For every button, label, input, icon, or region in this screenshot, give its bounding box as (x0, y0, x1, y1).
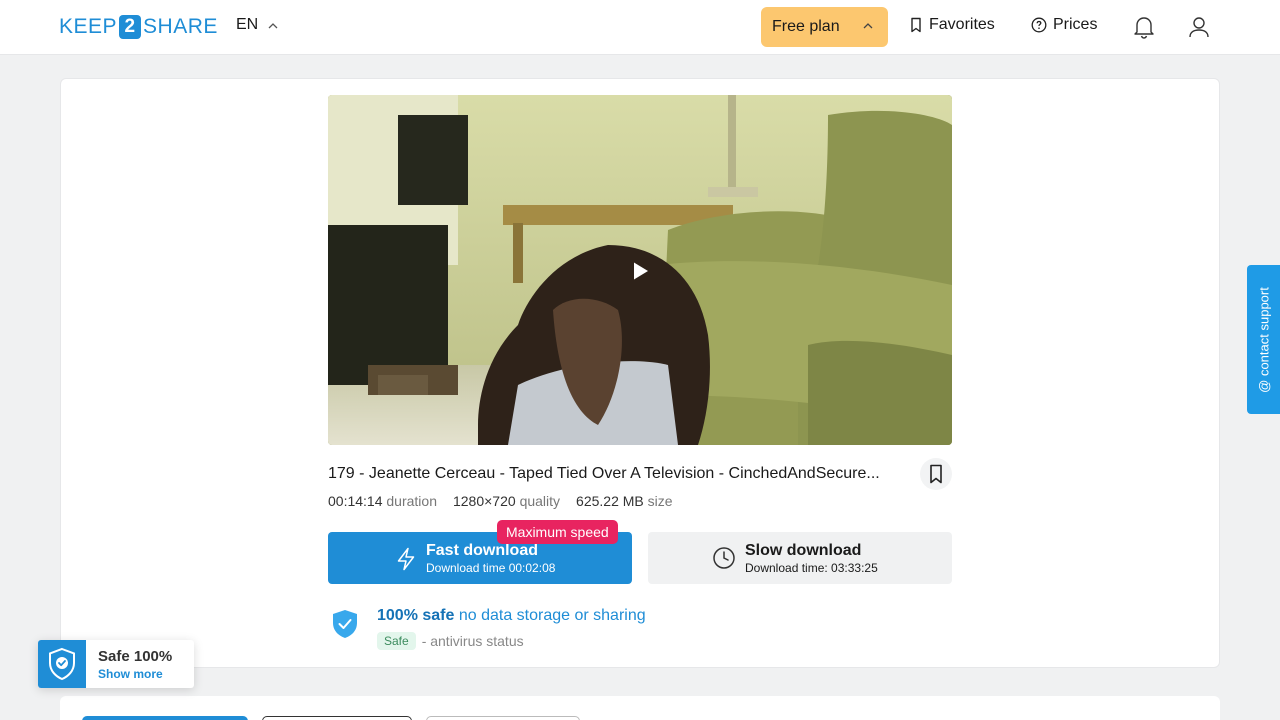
quality-label: quality (519, 493, 561, 509)
file-title: 179 - Jeanette Cerceau - Taped Tied Over… (328, 465, 880, 482)
fast-download-label: Fast download (426, 542, 538, 559)
slow-download-time: Download time: 03:33:25 (745, 561, 878, 575)
antivirus-badge: Safe (377, 632, 416, 650)
shield-badge (38, 640, 86, 688)
lightning-icon (397, 547, 415, 571)
fast-download-time: Download time 00:02:08 (426, 561, 556, 575)
tab-second[interactable] (262, 716, 412, 720)
safe-widget[interactable]: Safe 100% Show more (38, 640, 194, 688)
duration-info: 00:14:14 duration (328, 493, 437, 509)
chevron-up-icon (863, 23, 873, 29)
file-metadata: 00:14:14 duration 1280×720 quality 625.2… (328, 493, 673, 509)
quality-info: 1280×720 quality (453, 493, 560, 509)
safety-rest-text: no data storage or sharing (458, 607, 646, 624)
logo-text-left: KEEP (59, 15, 118, 38)
language-label: EN (236, 16, 259, 33)
bookmark-icon (930, 464, 942, 484)
chevron-up-icon (268, 22, 278, 28)
language-selector[interactable]: EN (236, 16, 278, 34)
favorites-label: Favorites (929, 16, 995, 33)
help-circle-icon (1031, 17, 1047, 33)
bookmark-icon (911, 17, 921, 33)
favorites-link[interactable]: Favorites (909, 16, 995, 34)
slow-download-label: Slow download (745, 542, 862, 559)
safety-statement: 100% safe no data storage or sharing (377, 607, 646, 625)
size-info: 625.22 MB size (576, 493, 673, 509)
clock-icon (713, 547, 735, 569)
user-icon (1189, 17, 1209, 38)
contact-support-label: @ contact support (1256, 286, 1271, 393)
antivirus-status: Safe - antivirus status (377, 632, 524, 650)
add-to-favorites-button[interactable] (920, 458, 952, 490)
notifications-button[interactable] (1133, 15, 1155, 44)
duration-value: 00:14:14 (328, 493, 383, 509)
antivirus-status-text: - antivirus status (421, 633, 524, 649)
free-plan-button[interactable]: Free plan (761, 7, 888, 47)
shield-check-icon (49, 647, 75, 681)
maximum-speed-badge: Maximum speed (497, 520, 618, 544)
duration-label: duration (386, 493, 437, 509)
keep2share-logo[interactable]: KEEP 2 SHARE (59, 14, 218, 40)
prices-label: Prices (1053, 16, 1098, 33)
play-icon[interactable] (632, 261, 650, 281)
shield-check-icon (333, 610, 357, 638)
bell-icon (1134, 17, 1154, 39)
safe-widget-title: Safe 100% (98, 648, 173, 665)
tab-third[interactable] (426, 716, 580, 720)
top-navigation-bar: KEEP 2 SHARE EN Free plan Favorites Pric… (0, 0, 1280, 55)
size-value: 625.22 MB (576, 493, 644, 509)
free-plan-label: Free plan (772, 18, 840, 35)
tab-active[interactable] (82, 716, 248, 720)
logo-text-mid: 2 (119, 15, 142, 39)
slow-download-button[interactable]: Slow download Download time: 03:33:25 (648, 532, 952, 584)
logo-text-right: SHARE (143, 15, 218, 38)
show-more-link[interactable]: Show more (98, 667, 163, 681)
video-preview[interactable] (328, 95, 952, 445)
safety-strong-text: 100% safe (377, 607, 455, 624)
quality-value: 1280×720 (452, 493, 516, 509)
account-button[interactable] (1188, 15, 1210, 44)
size-label: size (647, 493, 673, 509)
prices-link[interactable]: Prices (1031, 16, 1097, 34)
contact-support-tab[interactable]: @ contact support (1247, 265, 1280, 414)
